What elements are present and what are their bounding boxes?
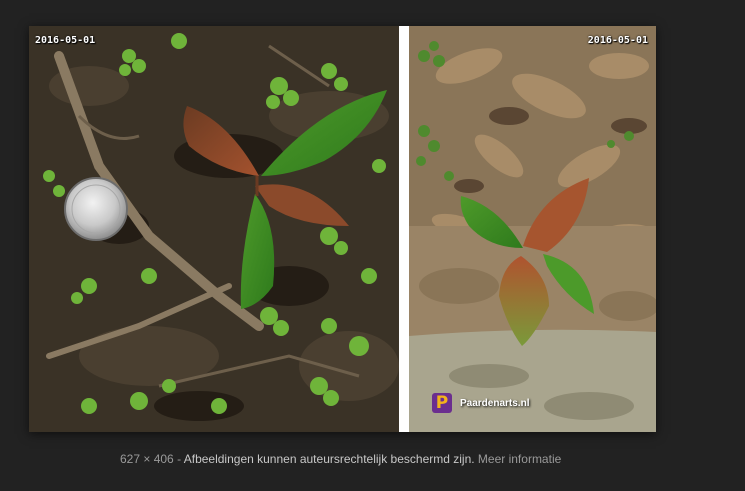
plant-photo-collage: [29, 26, 656, 432]
caption-separator: -: [177, 452, 182, 466]
source-watermark: P Paardenarts.nl: [432, 392, 529, 414]
left-photo: [29, 26, 399, 432]
photo-date-stamp-left: 2016-05-01: [35, 35, 96, 46]
photo-date-stamp-right: 2016-05-01: [587, 35, 648, 46]
image-caption: 627 × 406 - Afbeeldingen kunnen auteursr…: [120, 452, 561, 466]
collage-divider: [399, 26, 409, 432]
paardenarts-logo-icon: P: [432, 393, 452, 413]
copyright-notice: Afbeeldingen kunnen auteursrechtelijk be…: [183, 452, 475, 466]
more-info-link[interactable]: Meer informatie: [478, 452, 561, 466]
right-photo: [409, 26, 656, 432]
image-dimensions: 627 × 406: [120, 452, 174, 466]
image-viewer-panel: 2016-05-01 2016-05-01 P Paardenarts.nl 6…: [0, 0, 745, 491]
image-preview[interactable]: 2016-05-01 2016-05-01 P Paardenarts.nl: [29, 26, 656, 432]
watermark-text: Paardenarts.nl: [460, 397, 530, 409]
